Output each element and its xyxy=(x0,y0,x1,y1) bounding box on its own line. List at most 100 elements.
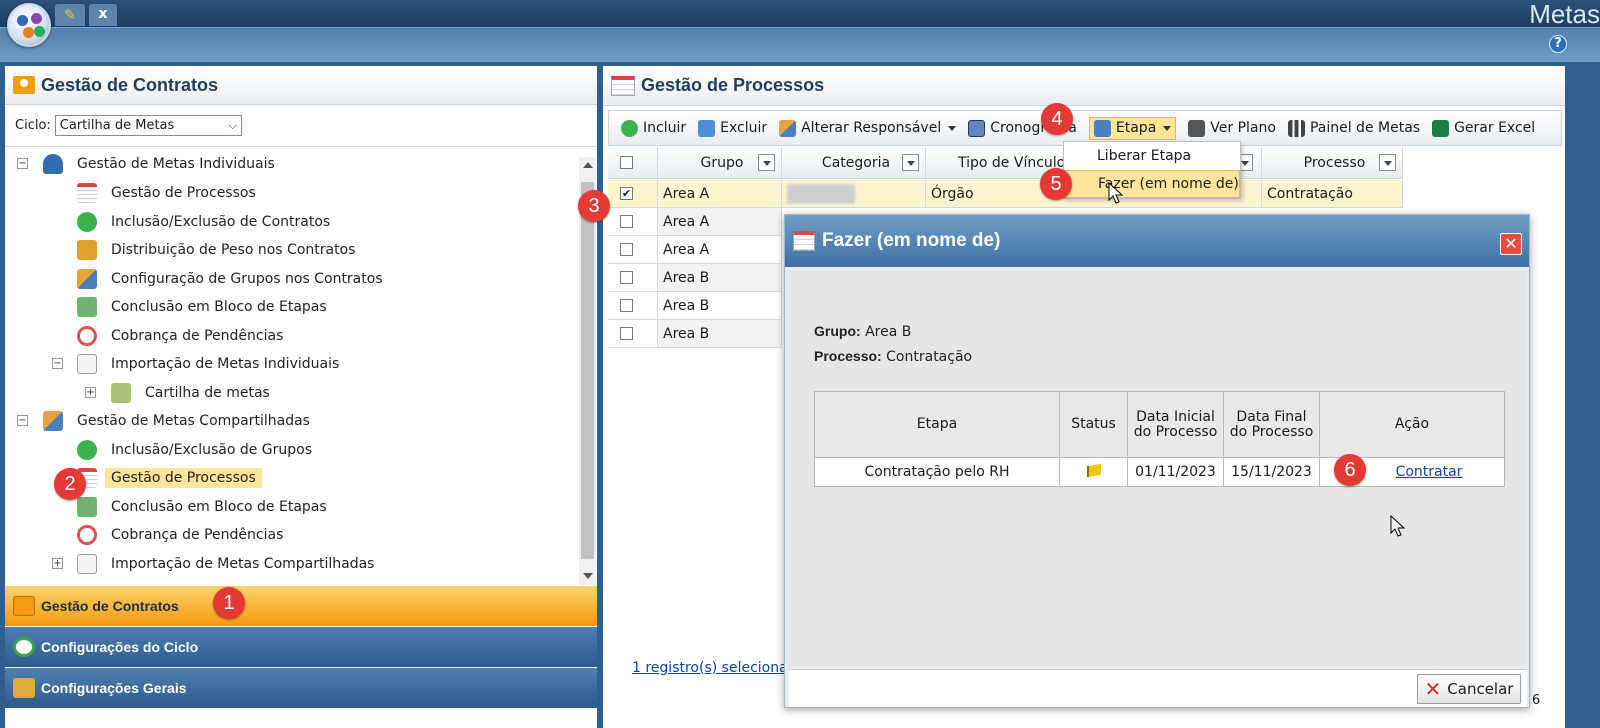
tree-node-metas-compartilhadas[interactable]: − Gestão de Metas Compartilhadas xyxy=(5,408,316,434)
table-row[interactable]: Area B xyxy=(608,320,782,348)
collapse-icon[interactable]: − xyxy=(52,358,63,369)
filter-dropdown-icon[interactable] xyxy=(758,154,775,171)
selection-status-link[interactable]: 1 registro(s) selecionado xyxy=(632,660,805,676)
filter-dropdown-icon[interactable] xyxy=(1379,154,1396,171)
header-categoria[interactable]: Categoria xyxy=(782,147,926,179)
tree-node-importacao-individuais[interactable]: − Importação de Metas Individuais xyxy=(5,351,345,377)
header-label: Grupo xyxy=(700,154,744,171)
excel-icon xyxy=(1432,119,1450,137)
table-row[interactable]: ✔ Area A Órgão Contratação xyxy=(608,180,1403,208)
row-checkbox[interactable] xyxy=(620,299,633,312)
contratar-link[interactable]: Contratar xyxy=(1396,464,1463,480)
header-status: Status xyxy=(1059,391,1128,458)
binoculars-icon xyxy=(1188,119,1206,137)
table-row[interactable]: Area A xyxy=(608,236,782,264)
row-checkbox[interactable] xyxy=(620,215,633,228)
cell-status xyxy=(1059,457,1128,487)
painel-metas-button[interactable]: Painel de Metas xyxy=(1287,119,1420,137)
expand-icon[interactable]: + xyxy=(85,387,96,398)
table-row[interactable]: Area B xyxy=(608,292,782,320)
group-icon xyxy=(77,269,97,289)
ciclo-row: Ciclo: Cartilha de Metas ⌵ xyxy=(5,105,597,147)
tree-label-selected: Gestão de Processos xyxy=(105,468,262,488)
ciclo-select[interactable]: Cartilha de Metas ⌵ xyxy=(54,115,242,136)
etapa-button[interactable]: Etapa xyxy=(1088,116,1177,140)
grid-icon xyxy=(611,75,635,96)
mouse-cursor-icon xyxy=(1390,515,1406,537)
wrench-icon[interactable]: ✎ xyxy=(55,4,85,26)
cell-data-final: 15/11/2023 xyxy=(1223,457,1320,487)
button-label: Alterar Responsável xyxy=(801,120,942,136)
trash-icon xyxy=(698,119,716,137)
collapse-icon[interactable]: − xyxy=(17,158,28,169)
help-icon[interactable]: ? xyxy=(1549,35,1567,53)
booklet-icon xyxy=(111,383,131,403)
chevron-down-icon[interactable] xyxy=(948,125,957,131)
accordion-config-ciclo[interactable]: Configurações do Ciclo xyxy=(5,627,597,667)
contracts-icon xyxy=(13,596,35,616)
table-row[interactable]: Area B xyxy=(608,264,782,292)
tree-node-gestao-processos-compartilhadas[interactable]: Gestão de Processos xyxy=(77,465,262,491)
gerar-excel-button[interactable]: Gerar Excel xyxy=(1432,119,1535,137)
import-icon xyxy=(77,354,97,374)
tree-node-conclusao-bloco[interactable]: Conclusão em Bloco de Etapas xyxy=(77,294,333,320)
incluir-button[interactable]: Incluir xyxy=(621,119,686,137)
accordion-label: Gestão de Contratos xyxy=(41,598,179,614)
tree-label: Gestão de Metas Individuais xyxy=(77,156,275,172)
alterar-responsavel-button[interactable]: Alterar Responsável xyxy=(779,119,957,137)
button-label: Etapa xyxy=(1115,120,1157,136)
step-badge-5: 5 xyxy=(1040,168,1072,200)
row-checkbox[interactable] xyxy=(620,327,633,340)
tree-label: Gestão de Metas Compartilhadas xyxy=(77,413,310,429)
tree-label: Cartilha de metas xyxy=(145,385,270,401)
row-checkbox[interactable]: ✔ xyxy=(620,187,633,200)
tree-node-distribuicao-peso[interactable]: Distribuição de Peso nos Contratos xyxy=(77,237,361,263)
header-grupo[interactable]: Grupo xyxy=(658,147,782,179)
tree-node-metas-individuais[interactable]: − Gestão de Metas Individuais xyxy=(5,151,281,177)
cancel-button[interactable]: ✕ Cancelar xyxy=(1417,674,1521,704)
header-processo[interactable]: Processo xyxy=(1262,147,1403,179)
cell-grupo: Area B xyxy=(658,292,782,320)
ver-plano-button[interactable]: Ver Plano xyxy=(1188,119,1276,137)
row-checkbox[interactable] xyxy=(620,243,633,256)
tree-node-config-grupos[interactable]: Configuração de Grupos nos Contratos xyxy=(77,266,389,292)
tree-label: Inclusão/Exclusão de Grupos xyxy=(111,442,313,458)
tree-node-cobranca-2[interactable]: Cobrança de Pendências xyxy=(77,522,289,548)
tree-node-cobranca[interactable]: Cobrança de Pendências xyxy=(77,323,289,349)
menu-item-fazer-em-nome-de[interactable]: Fazer (em nome de) xyxy=(1064,170,1240,198)
excluir-button[interactable]: Excluir xyxy=(698,119,767,137)
select-all-checkbox[interactable] xyxy=(620,156,633,169)
cell-grupo: Area A xyxy=(658,236,782,264)
tree-node-gestao-processos-individuais[interactable]: Gestão de Processos xyxy=(77,180,262,206)
tree-label: Cobrança de Pendências xyxy=(111,328,284,344)
collapse-icon[interactable]: − xyxy=(17,415,28,426)
close-icon[interactable]: ✕ xyxy=(1500,233,1522,255)
scroll-down-icon[interactable] xyxy=(583,573,593,579)
left-panel-title: Gestão de Contratos xyxy=(41,74,219,95)
tree-label: Cobrança de Pendências xyxy=(111,527,284,543)
expand-icon[interactable]: + xyxy=(52,558,63,569)
filter-dropdown-icon[interactable] xyxy=(902,154,919,171)
ciclo-label: Ciclo: xyxy=(15,118,51,133)
ciclo-value: Cartilha de Metas xyxy=(59,118,175,133)
top-bar: ✎ x Metas ? xyxy=(0,0,1600,62)
table-row[interactable]: Area A xyxy=(608,208,782,236)
tree-node-inclusao-contratos[interactable]: Inclusão/Exclusão de Contratos xyxy=(77,209,336,235)
accordion-config-gerais[interactable]: Configurações Gerais xyxy=(5,668,597,708)
app-logo[interactable] xyxy=(7,3,51,47)
scrollbar-thumb[interactable] xyxy=(581,182,594,559)
tree-node-importacao-compartilhadas[interactable]: + Importação de Metas Compartilhadas xyxy=(5,551,380,577)
header-label: Processo xyxy=(1303,154,1366,171)
clock-icon xyxy=(77,326,97,346)
header-acao: Ação xyxy=(1319,391,1505,458)
close-tab-button[interactable]: x xyxy=(89,4,117,26)
step-badge-4: 4 xyxy=(1041,103,1073,135)
menu-item-liberar-etapa[interactable]: Liberar Etapa xyxy=(1064,142,1240,170)
tree-node-cartilha[interactable]: + Cartilha de metas xyxy=(5,380,276,406)
scroll-up-icon[interactable] xyxy=(583,162,593,168)
row-checkbox[interactable] xyxy=(620,271,633,284)
tree-node-conclusao-bloco-2[interactable]: Conclusão em Bloco de Etapas xyxy=(77,494,333,520)
chevron-down-icon[interactable] xyxy=(1163,125,1172,131)
accordion-gestao-contratos[interactable]: Gestão de Contratos xyxy=(5,586,597,626)
tree-node-inclusao-grupos[interactable]: Inclusão/Exclusão de Grupos xyxy=(77,437,318,463)
